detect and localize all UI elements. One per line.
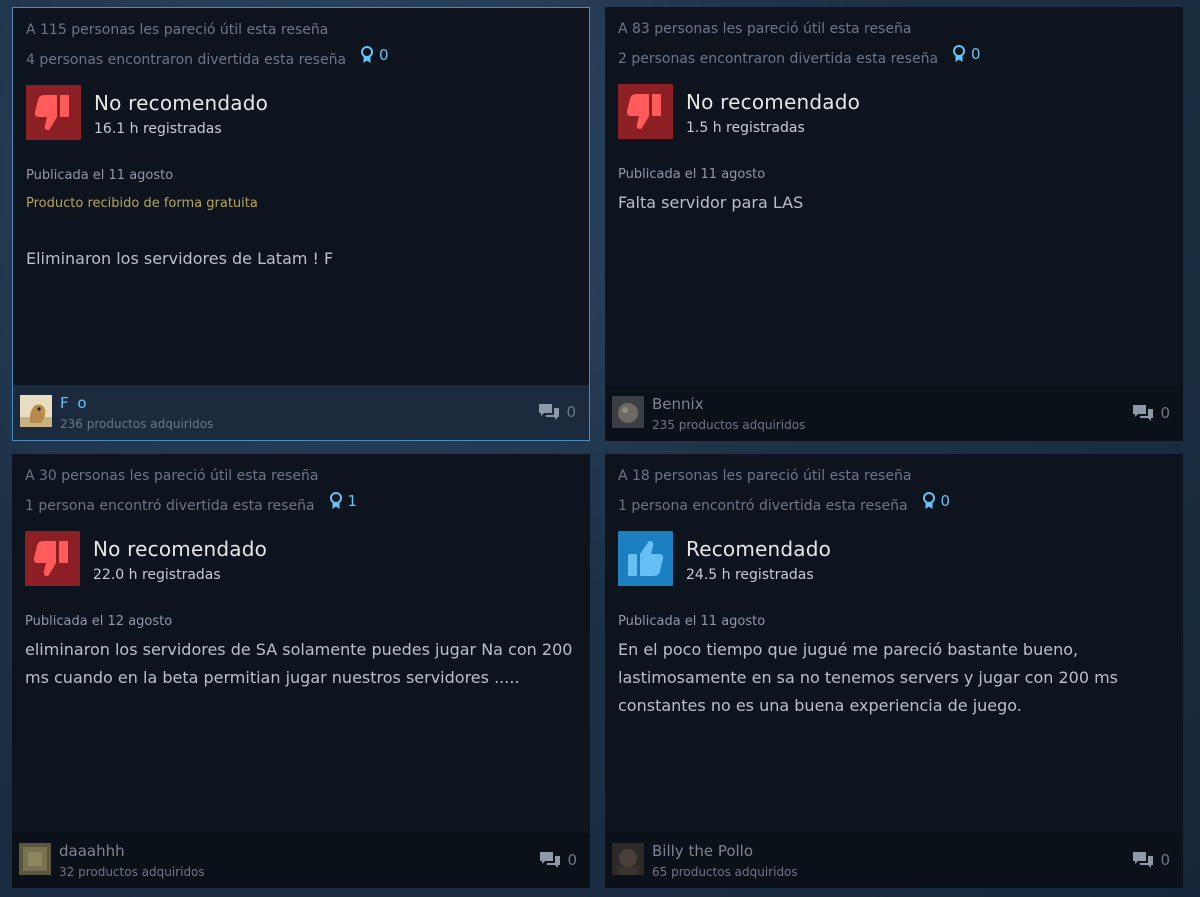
hours-played: 24.5 h registradas [686,567,814,583]
comment-count: 0 [1160,404,1170,422]
author-products: 65 productos adquiridos [652,865,798,879]
review-text: En el poco tiempo que jugué me pareció b… [618,640,1118,715]
helpful-count: A 18 personas les pareció útil esta rese… [618,468,912,484]
award-count: 0 [379,46,389,64]
award-icon [329,492,342,509]
comment-button[interactable]: 0 [1132,404,1170,422]
funny-count: 1 persona encontró divertida esta reseña… [25,492,357,514]
comment-count: 0 [567,851,577,869]
avatar[interactable] [612,843,644,875]
review-body[interactable]: A 83 personas les pareció útil esta rese… [618,7,1170,385]
thumbs-up-icon [618,531,673,586]
funny-count: 4 personas encontraron divertida esta re… [26,46,389,68]
award-badge[interactable]: 1 [329,492,358,510]
review-author-footer[interactable]: Billy the Pollo 65 productos adquiridos … [605,833,1183,888]
review-text: Eliminaron los servidores de Latam ! F [26,249,334,268]
funny-count: 2 personas encontraron divertida esta re… [618,45,981,67]
helpful-count: A 83 personas les pareció útil esta rese… [618,21,912,37]
funny-text: 2 personas encontraron divertida esta re… [618,51,939,67]
avatar[interactable] [612,396,644,428]
verdict-title[interactable]: No recomendado [94,91,268,115]
review-author-footer[interactable]: Bennix 235 productos adquiridos 0 [605,386,1183,441]
comment-count: 0 [1160,851,1170,869]
posted-date: Publicada el 11 agosto [26,168,174,183]
review-body[interactable]: A 18 personas les pareció útil esta rese… [618,454,1170,832]
posted-date: Publicada el 12 agosto [25,614,173,629]
review-text: eliminaron los servidores de SA solament… [25,640,573,687]
author-name[interactable]: Billy the Pollo [652,842,753,860]
thumbs-down-icon [26,85,81,140]
funny-text: 1 persona encontró divertida esta reseña [25,498,315,514]
comment-icon [539,404,560,420]
award-icon [361,46,374,63]
author-name[interactable]: F o [60,394,89,412]
comment-button[interactable]: 0 [538,403,576,421]
verdict-title[interactable]: Recomendado [686,537,831,561]
comment-icon [1133,405,1154,421]
hours-played: 22.0 h registradas [93,567,221,583]
posted-date: Publicada el 11 agosto [618,167,766,182]
hours-played: 16.1 h registradas [94,121,222,137]
review-author-footer[interactable]: F o 236 productos adquiridos 0 [13,385,589,440]
posted-date: Publicada el 11 agosto [618,614,766,629]
thumbs-down-icon [25,531,80,586]
award-count: 1 [347,492,358,510]
author-name[interactable]: Bennix [652,395,704,413]
funny-text: 4 personas encontraron divertida esta re… [26,52,347,68]
free-product-note: Producto recibido de forma gratuita [26,196,258,211]
review-card[interactable]: A 115 personas les pareció útil esta res… [12,7,590,441]
avatar[interactable] [19,843,51,875]
award-icon [953,45,966,62]
author-products: 235 productos adquiridos [652,418,806,432]
verdict-title[interactable]: No recomendado [93,537,267,561]
review-text: Falta servidor para LAS [618,193,804,212]
comment-button[interactable]: 0 [539,851,577,869]
funny-text: 1 persona encontró divertida esta reseña [618,498,908,514]
comment-icon [1133,852,1154,868]
award-badge[interactable]: 0 [922,492,951,510]
verdict-title[interactable]: No recomendado [686,90,860,114]
comment-icon [540,852,561,868]
review-body[interactable]: A 115 personas les pareció útil esta res… [26,8,576,386]
author-products: 32 productos adquiridos [59,865,205,879]
review-card[interactable]: A 83 personas les pareció útil esta rese… [605,7,1183,441]
hours-played: 1.5 h registradas [686,120,805,136]
award-icon [922,492,935,509]
award-badge[interactable]: 0 [952,45,981,63]
award-count: 0 [940,492,951,510]
comment-count: 0 [566,403,576,421]
funny-count: 1 persona encontró divertida esta reseña… [618,492,950,514]
award-badge[interactable]: 0 [360,46,389,64]
review-body[interactable]: A 30 personas les pareció útil esta rese… [25,454,577,832]
review-card[interactable]: A 18 personas les pareció útil esta rese… [605,454,1183,888]
comment-button[interactable]: 0 [1132,851,1170,869]
award-count: 0 [971,45,981,63]
author-products: 236 productos adquiridos [60,417,214,431]
avatar[interactable] [20,395,52,427]
review-author-footer[interactable]: daaahhh 32 productos adquiridos 0 [12,833,590,888]
author-name[interactable]: daaahhh [59,842,125,860]
helpful-count: A 115 personas les pareció útil esta res… [26,22,329,38]
thumbs-down-icon [618,84,673,139]
review-card[interactable]: A 30 personas les pareció útil esta rese… [12,454,590,888]
helpful-count: A 30 personas les pareció útil esta rese… [25,468,319,484]
